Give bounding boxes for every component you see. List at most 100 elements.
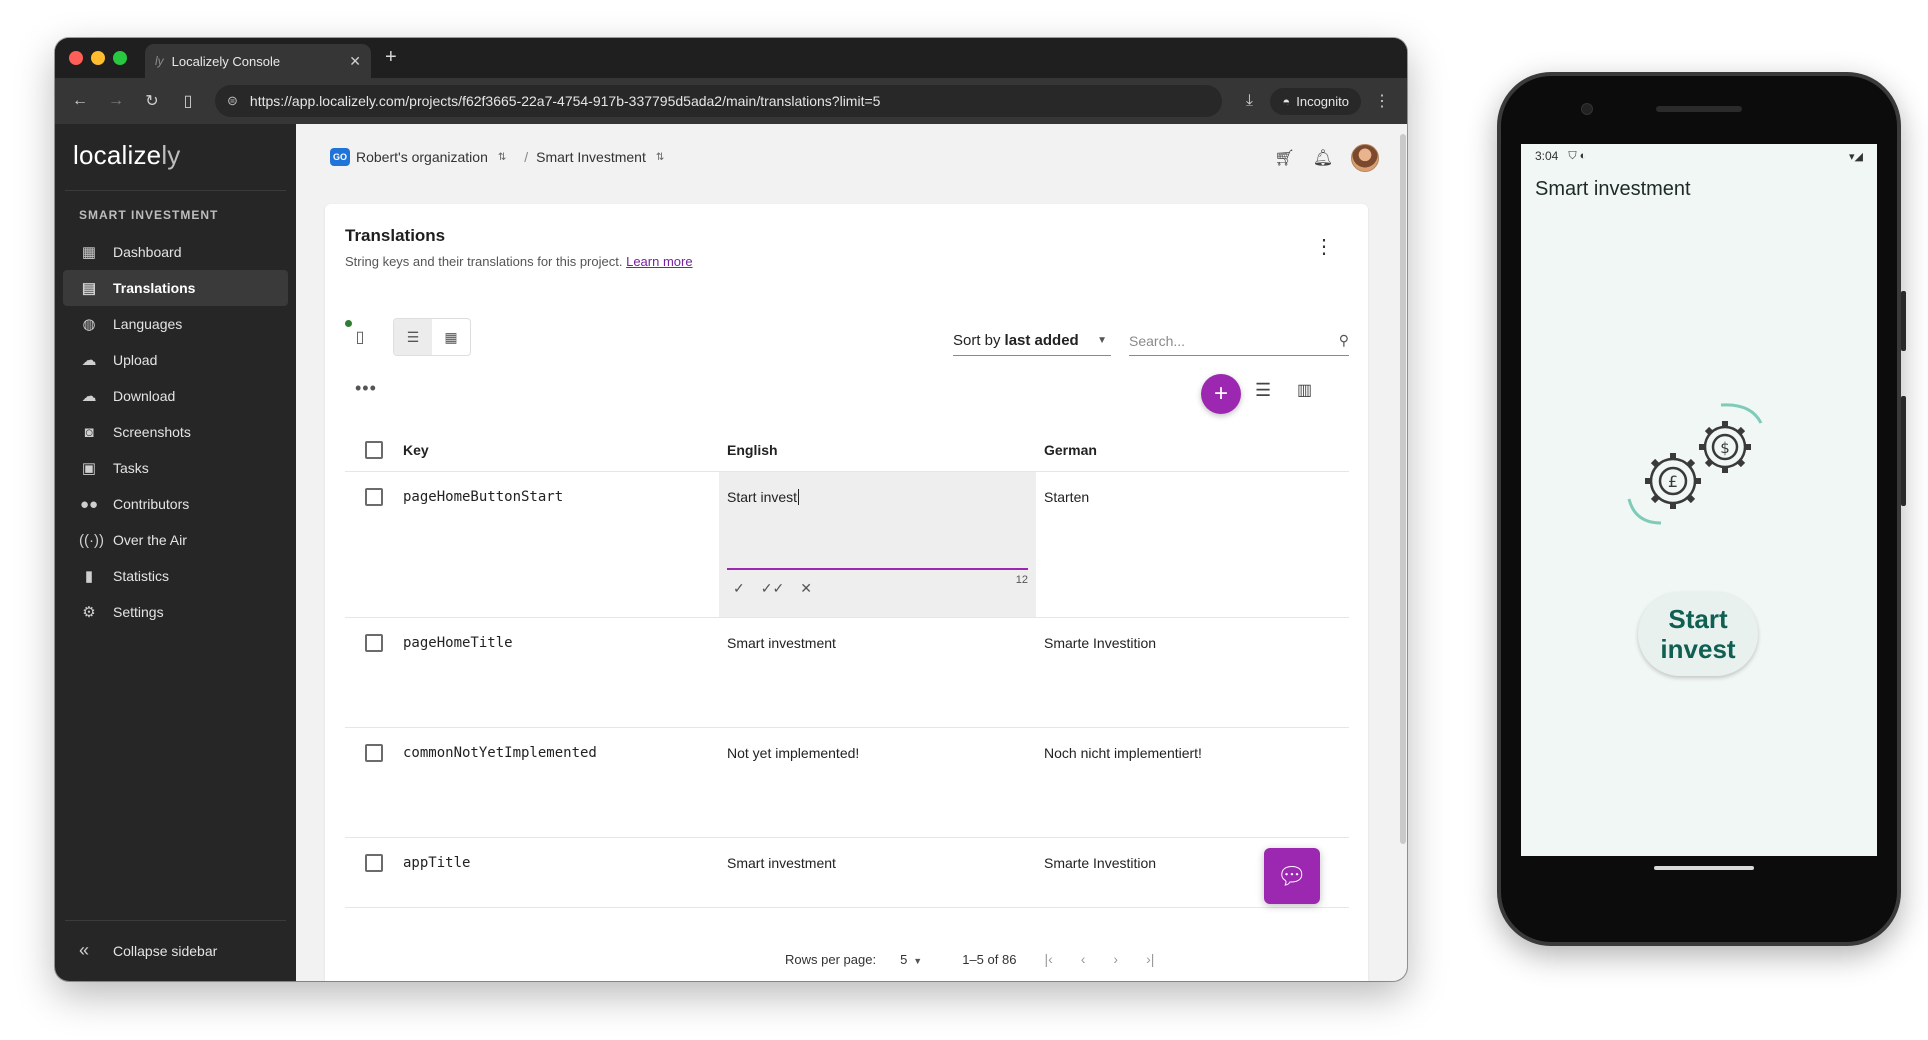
avatar[interactable]	[1351, 144, 1379, 172]
start-invest-button[interactable]: Start invest	[1638, 592, 1758, 676]
incognito-icon: ◓	[1282, 93, 1291, 109]
url-field[interactable]: ⊜ https://app.localizely.com/projects/f6…	[215, 85, 1223, 117]
row-checkbox[interactable]	[365, 854, 383, 872]
mobile-preview-button[interactable]: ▯	[345, 320, 375, 352]
breadcrumb-org[interactable]: Robert's organization	[356, 149, 488, 165]
mobile-icon: ▯	[355, 329, 365, 346]
back-icon[interactable]: ←	[65, 92, 95, 110]
row-checkbox[interactable]	[365, 634, 383, 652]
sidebar-item-translations[interactable]: ▤ Translations	[63, 270, 288, 306]
sidebar-item-label: Download	[113, 388, 176, 404]
rows-per-page-select[interactable]: 5 ▼	[900, 952, 922, 967]
select-all-cell	[345, 440, 403, 459]
more-horiz-icon[interactable]: •••	[355, 378, 377, 399]
columns-icon[interactable]: ▥	[1297, 380, 1312, 400]
split-view-icon[interactable]: ▯	[173, 91, 203, 111]
filter-icon[interactable]: ☰	[1255, 380, 1271, 401]
shield-icon: ⛉ ◐	[1568, 149, 1587, 162]
new-tab-icon[interactable]: +	[385, 46, 397, 69]
check-icon[interactable]: ✓	[733, 580, 745, 597]
more-vert-icon[interactable]: ⋮	[1314, 234, 1334, 259]
scrollbar[interactable]	[1399, 124, 1407, 981]
sidebar-item-statistics[interactable]: ▮ Statistics	[63, 558, 288, 594]
prev-page-icon[interactable]: ‹	[1081, 951, 1086, 967]
phone-time: 3:04	[1535, 149, 1559, 163]
sidebar-item-label: Upload	[113, 352, 158, 368]
german-cell[interactable]: Smarte Investition	[1036, 618, 1349, 727]
sort-select[interactable]: Sort by last added ▼	[953, 326, 1111, 356]
first-page-icon[interactable]: |‹	[1044, 951, 1052, 967]
column-header-english: English	[727, 441, 778, 458]
sidebar-item-dashboard[interactable]: ▦ Dashboard	[63, 234, 288, 270]
table-row: commonNotYetImplemented Not yet implemen…	[345, 728, 1349, 838]
search-field: ⚲	[1129, 326, 1349, 356]
german-cell[interactable]: Noch nicht implementiert!	[1036, 728, 1349, 837]
english-cell[interactable]: Smart investment	[719, 838, 1036, 907]
bell-icon[interactable]: 🔔︎	[1313, 148, 1333, 168]
download-icon[interactable]: ⤓	[1234, 92, 1264, 110]
double-chevron-left-icon: «	[79, 940, 90, 960]
search-input[interactable]	[1129, 332, 1339, 349]
breadcrumb-project[interactable]: Smart Investment	[536, 149, 646, 165]
sidebar-item-label: Statistics	[113, 568, 170, 584]
forward-icon[interactable]: →	[101, 92, 131, 110]
add-key-button[interactable]: +	[1201, 374, 1241, 414]
sidebar-item-screenshots[interactable]: ◙ Screenshots	[63, 414, 288, 450]
browser-menu-icon[interactable]: ⋮	[1367, 91, 1397, 111]
select-all-checkbox[interactable]	[365, 440, 383, 459]
close-tab-icon[interactable]: ✕	[349, 53, 361, 70]
german-cell[interactable]: Starten	[1036, 472, 1349, 617]
browser-tab[interactable]: ly Localizely Console ✕	[145, 44, 371, 78]
unfold-icon[interactable]: ⇅	[656, 152, 664, 163]
chat-support-button[interactable]: 💬︎	[1264, 848, 1320, 904]
sidebar-item-over-the-air[interactable]: ((·)) Over the Air	[63, 522, 288, 558]
unfold-icon[interactable]: ⇅	[498, 152, 506, 163]
next-page-icon[interactable]: ›	[1113, 951, 1118, 967]
table-row: pageHomeButtonStart Start invest ✓ ✓✓ ✕ …	[345, 472, 1349, 618]
translations-card: Translations String keys and their trans…	[325, 204, 1368, 981]
maximize-window-button[interactable]	[113, 51, 127, 65]
sidebar-item-languages[interactable]: ◍ Languages	[63, 306, 288, 342]
site-info-icon[interactable]: ⊜	[227, 93, 238, 109]
translation-input[interactable]: Start invest	[727, 489, 797, 505]
english-cell[interactable]: Not yet implemented!	[719, 728, 1036, 837]
sidebar-item-tasks[interactable]: ▣ Tasks	[63, 450, 288, 486]
sort-prefix: Sort by	[953, 332, 1001, 349]
collapse-sidebar-button[interactable]: « Collapse sidebar	[79, 940, 217, 961]
search-icon[interactable]: ⚲	[1339, 332, 1349, 349]
sidebar-item-settings[interactable]: ⚙ Settings	[63, 594, 288, 630]
phone-device: 3:04 ⛉ ◐ ▾◢ Smart investment £ $ Start i…	[1497, 72, 1906, 946]
close-window-button[interactable]	[69, 51, 83, 65]
grid-view-icon[interactable]: ▦	[432, 319, 470, 355]
tab-bar: ly Localizely Console ✕ +	[55, 38, 1407, 78]
english-cell[interactable]: Smart investment	[719, 618, 1036, 727]
close-icon[interactable]: ✕	[800, 580, 812, 597]
list-view-icon[interactable]: ☰	[394, 319, 432, 355]
sidebar-item-upload[interactable]: ☁ Upload	[63, 342, 288, 378]
row-checkbox[interactable]	[365, 744, 383, 762]
minimize-window-button[interactable]	[91, 51, 105, 65]
page-content: localizely SMART INVESTMENT ▦ Dashboard ▤…	[55, 124, 1407, 981]
incognito-badge[interactable]: ◓ Incognito	[1270, 87, 1361, 115]
status-dot	[345, 320, 352, 327]
double-check-icon[interactable]: ✓✓	[761, 580, 784, 597]
logo[interactable]: localizely	[73, 140, 181, 171]
start-invest-line1: Start	[1668, 604, 1728, 634]
last-page-icon[interactable]: ›|	[1146, 951, 1154, 967]
sort-value: last added	[1004, 332, 1079, 349]
key-cell[interactable]: pageHomeTitle	[403, 618, 719, 727]
scrollbar-thumb[interactable]	[1400, 134, 1406, 844]
key-cell[interactable]: commonNotYetImplemented	[403, 728, 719, 837]
home-indicator[interactable]	[1654, 866, 1754, 870]
gears-illustration: £ $	[1627, 403, 1763, 525]
key-cell[interactable]: pageHomeButtonStart	[403, 472, 719, 617]
learn-more-link[interactable]: Learn more	[626, 254, 692, 269]
key-cell[interactable]: appTitle	[403, 838, 719, 907]
pagination: Rows per page: 5 ▼ 1–5 of 86 |‹ ‹ › ›|	[785, 951, 1154, 967]
sidebar-item-label: Dashboard	[113, 244, 182, 260]
reload-icon[interactable]: ↻	[137, 91, 167, 111]
sidebar-item-download[interactable]: ☁ Download	[63, 378, 288, 414]
sidebar-item-contributors[interactable]: ●● Contributors	[63, 486, 288, 522]
row-checkbox[interactable]	[365, 488, 383, 506]
cart-icon[interactable]: 🛒︎	[1274, 148, 1294, 168]
